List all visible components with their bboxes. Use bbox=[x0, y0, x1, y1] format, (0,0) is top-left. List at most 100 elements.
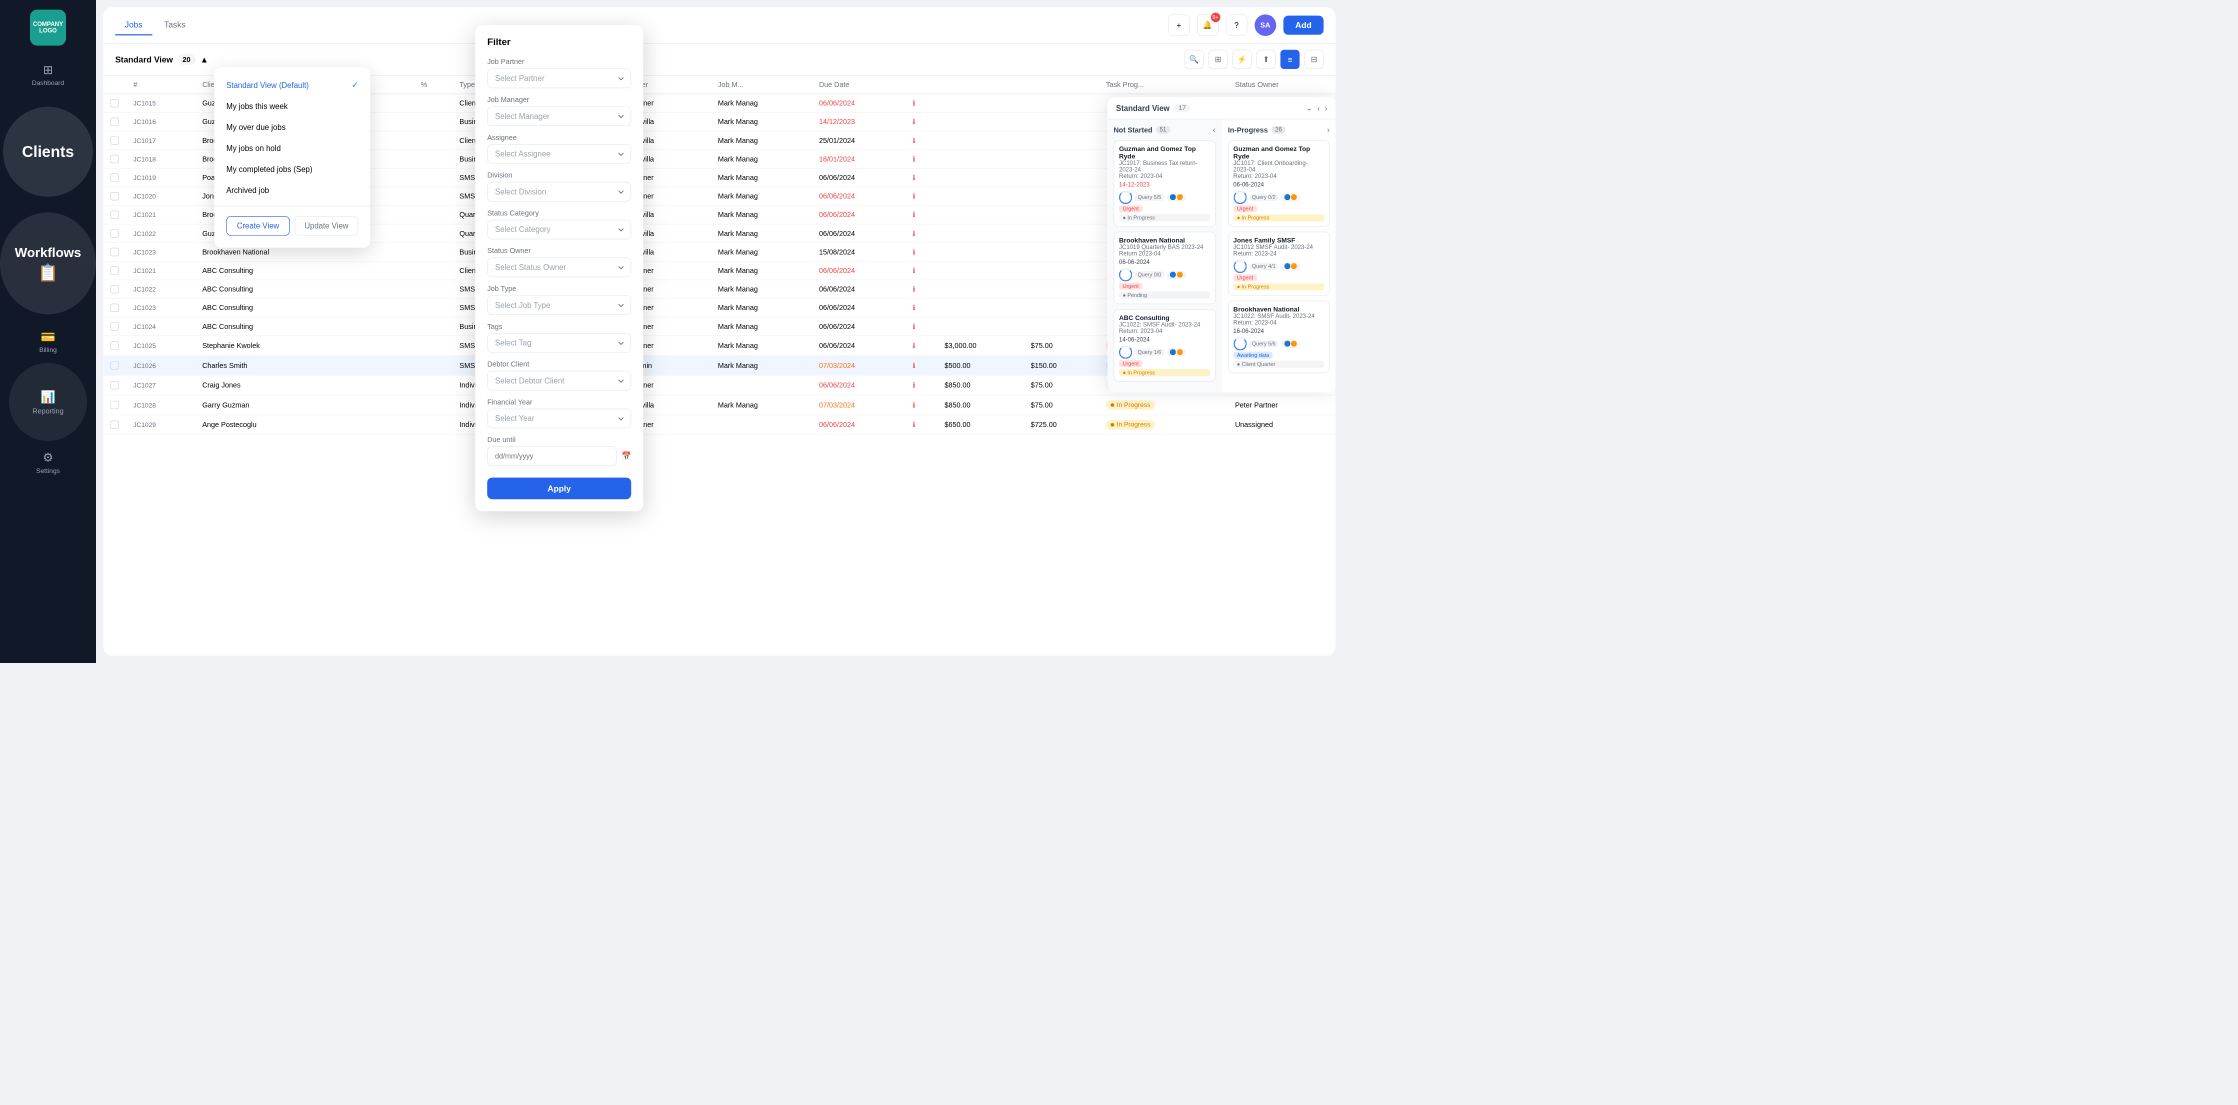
sidebar-item-clients[interactable]: Clients bbox=[3, 107, 93, 197]
filter-btn[interactable]: ⚡ bbox=[1232, 50, 1251, 69]
kanban-card[interactable]: Brookhaven National JC1019 Quarterly BAS… bbox=[1114, 232, 1216, 305]
due-until-input[interactable] bbox=[487, 446, 616, 465]
col-due[interactable]: Due Date bbox=[812, 76, 906, 94]
user-avatar[interactable]: SA bbox=[1254, 14, 1276, 36]
info-icon[interactable]: ℹ bbox=[913, 421, 916, 429]
kanban-card[interactable]: Guzman and Gomez Top Ryde JC1017: Client… bbox=[1228, 140, 1330, 226]
info-icon[interactable]: ℹ bbox=[913, 381, 916, 389]
col-id[interactable]: # bbox=[126, 76, 195, 94]
sidebar-item-dashboard[interactable]: ⊞ Dashboard bbox=[0, 55, 96, 94]
kanban-close-icon[interactable]: ‹ bbox=[1317, 104, 1320, 113]
help-button[interactable]: ? bbox=[1226, 14, 1248, 36]
info-icon[interactable]: ℹ bbox=[913, 229, 916, 237]
notification-button[interactable]: 🔔 9+ bbox=[1197, 14, 1219, 36]
col-task-prog[interactable]: Task Prog... bbox=[1099, 76, 1228, 94]
info-icon[interactable]: ℹ bbox=[913, 173, 916, 181]
dropdown-item-standard[interactable]: Standard View (Default) ✓ bbox=[214, 74, 370, 96]
row-checkbox[interactable] bbox=[110, 266, 118, 274]
company-logo[interactable]: COMPANY LOGO bbox=[30, 10, 66, 46]
job-type-select[interactable]: Select Job Type bbox=[487, 295, 631, 315]
col-collapse-icon[interactable]: ‹ bbox=[1213, 125, 1216, 134]
tags-label: Tags bbox=[487, 322, 631, 330]
assignee-select[interactable]: Select Assignee bbox=[487, 144, 631, 164]
info-icon[interactable]: ℹ bbox=[913, 211, 916, 219]
row-checkbox[interactable] bbox=[110, 192, 118, 200]
division-select[interactable]: Select Division bbox=[487, 182, 631, 202]
row-checkbox[interactable] bbox=[110, 173, 118, 181]
list-view-btn[interactable]: ≡ bbox=[1280, 50, 1299, 69]
kanban-card[interactable]: Guzman and Gomez Top Ryde JC1017: Busine… bbox=[1114, 140, 1216, 226]
dropdown-item-on-hold[interactable]: My jobs on hold bbox=[214, 138, 370, 159]
col-pct[interactable]: % bbox=[414, 76, 453, 94]
row-checkbox[interactable] bbox=[110, 304, 118, 312]
row-checkbox[interactable] bbox=[110, 118, 118, 126]
grid-btn[interactable]: ⊞ bbox=[1208, 50, 1227, 69]
sidebar-item-reporting[interactable]: 📊 Reporting bbox=[9, 363, 87, 441]
job-manager-select[interactable]: Select Manager bbox=[487, 106, 631, 126]
table-row[interactable]: JC1029 Ange Postecoglu Individual Tax Re… bbox=[103, 415, 1335, 435]
info-icon[interactable]: ℹ bbox=[913, 361, 916, 369]
debtor-client-select[interactable]: Select Debtor Client bbox=[487, 371, 631, 391]
row-checkbox[interactable] bbox=[110, 401, 118, 409]
dropdown-item-archived[interactable]: Archived job bbox=[214, 180, 370, 201]
row-checkbox[interactable] bbox=[110, 361, 118, 369]
tab-tasks[interactable]: Tasks bbox=[155, 15, 196, 35]
row-checkbox[interactable] bbox=[110, 99, 118, 107]
table-row[interactable]: JC1028 Garry Guzman Individual Tax Retur… bbox=[103, 395, 1335, 415]
kanban-view-btn[interactable]: ⊟ bbox=[1304, 50, 1323, 69]
col-manager[interactable]: Job M... bbox=[711, 76, 812, 94]
kanban-card[interactable]: Jones Family SMSF JC1012 SMSF Audit- 202… bbox=[1228, 232, 1330, 296]
row-checkbox[interactable] bbox=[110, 421, 118, 429]
row-checkbox[interactable] bbox=[110, 285, 118, 293]
row-checkbox[interactable] bbox=[110, 155, 118, 163]
calendar-icon[interactable]: 📅 bbox=[621, 451, 631, 461]
info-icon[interactable]: ℹ bbox=[913, 322, 916, 330]
create-view-button[interactable]: Create View bbox=[226, 216, 290, 236]
job-partner-select[interactable]: Select Partner bbox=[487, 68, 631, 88]
search-btn[interactable]: 🔍 bbox=[1184, 50, 1203, 69]
info-icon[interactable]: ℹ bbox=[913, 136, 916, 144]
row-checkbox[interactable] bbox=[110, 381, 118, 389]
dropdown-item-this-week[interactable]: My jobs this week bbox=[214, 96, 370, 117]
kanban-expand-icon[interactable]: › bbox=[1325, 104, 1328, 113]
add-button[interactable]: Add bbox=[1283, 16, 1323, 35]
row-checkbox[interactable] bbox=[110, 211, 118, 219]
info-icon[interactable]: ℹ bbox=[913, 155, 916, 163]
col-status-owner[interactable]: Status Owner bbox=[1228, 76, 1336, 94]
add-icon-btn[interactable]: + bbox=[1168, 14, 1190, 36]
col-collapse-icon[interactable]: › bbox=[1327, 125, 1330, 134]
kanban-card[interactable]: Brookhaven National JC1022: SMSF Audit- … bbox=[1228, 301, 1330, 374]
col-amount1[interactable] bbox=[937, 76, 1023, 94]
tags-select[interactable]: Select Tag bbox=[487, 333, 631, 353]
info-icon[interactable]: ℹ bbox=[913, 248, 916, 256]
kanban-card[interactable]: ABC Consulting JC1022: SMSF Audit- 2023-… bbox=[1114, 309, 1216, 382]
info-icon[interactable]: ℹ bbox=[913, 266, 916, 274]
row-checkbox[interactable] bbox=[110, 341, 118, 349]
info-icon[interactable]: ℹ bbox=[913, 118, 916, 126]
row-checkbox[interactable] bbox=[110, 322, 118, 330]
info-icon[interactable]: ℹ bbox=[913, 304, 916, 312]
sidebar-item-workflows[interactable]: Workflows 📋 bbox=[0, 212, 96, 314]
info-icon[interactable]: ℹ bbox=[913, 192, 916, 200]
status-category-select[interactable]: Select Category bbox=[487, 220, 631, 240]
info-icon[interactable]: ℹ bbox=[913, 401, 916, 409]
info-icon[interactable]: ℹ bbox=[913, 341, 916, 349]
col-amount2[interactable] bbox=[1024, 76, 1099, 94]
view-selector[interactable]: Standard View 20 ▲ bbox=[115, 54, 208, 65]
dropdown-item-completed[interactable]: My completed jobs (Sep) bbox=[214, 159, 370, 180]
tab-jobs[interactable]: Jobs bbox=[115, 15, 152, 35]
sidebar-item-settings[interactable]: ⚙ Settings bbox=[0, 443, 96, 482]
row-checkbox[interactable] bbox=[110, 136, 118, 144]
row-checkbox[interactable] bbox=[110, 229, 118, 237]
sidebar-item-billing[interactable]: 💳 Billing bbox=[0, 322, 96, 361]
status-owner-select[interactable]: Select Status Owner bbox=[487, 257, 631, 277]
share-btn[interactable]: ⬆ bbox=[1256, 50, 1275, 69]
financial-year-select[interactable]: Select Year bbox=[487, 409, 631, 429]
row-checkbox[interactable] bbox=[110, 248, 118, 256]
info-icon[interactable]: ℹ bbox=[913, 99, 916, 107]
kanban-chevron-icon[interactable]: ⌄ bbox=[1306, 103, 1313, 113]
filter-apply-button[interactable]: Apply bbox=[487, 478, 631, 500]
info-icon[interactable]: ℹ bbox=[913, 285, 916, 293]
update-view-button[interactable]: Update View bbox=[295, 216, 359, 236]
dropdown-item-overdue[interactable]: My over due jobs bbox=[214, 117, 370, 138]
